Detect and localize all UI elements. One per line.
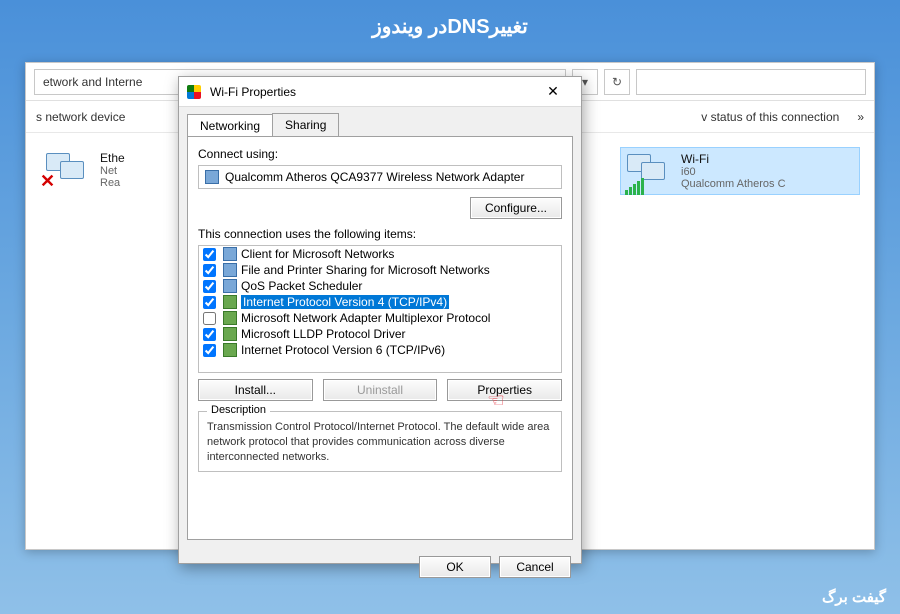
protocol-checkbox[interactable] (203, 248, 216, 261)
protocol-checkbox[interactable] (203, 328, 216, 341)
adapter-wifi[interactable]: Wi-Fi i60 Qualcomm Atheros C (620, 147, 860, 195)
adapter-sub2: Rea (100, 177, 125, 189)
toolbar-more[interactable]: » (857, 110, 864, 124)
tab-panel-networking: Connect using: Qualcomm Atheros QCA9377 … (187, 136, 573, 540)
protocol-list[interactable]: Client for Microsoft Networks File and Pr… (198, 245, 562, 373)
connect-using-label: Connect using: (198, 147, 562, 161)
description-legend: Description (207, 404, 270, 416)
uninstall-button: Uninstall (323, 379, 438, 401)
protocol-label: Microsoft Network Adapter Multiplexor Pr… (241, 311, 490, 325)
protocol-label: Client for Microsoft Networks (241, 247, 394, 261)
adapter-field: Qualcomm Atheros QCA9377 Wireless Networ… (198, 165, 562, 189)
protocol-checkbox[interactable] (203, 280, 216, 293)
configure-button[interactable]: Configure... (470, 197, 562, 219)
protocol-checkbox[interactable] (203, 264, 216, 277)
protocol-icon (223, 343, 237, 357)
adapter-name: Wi-Fi (681, 152, 786, 166)
install-button[interactable]: Install... (198, 379, 313, 401)
tab-networking[interactable]: Networking (187, 114, 273, 137)
protocol-label: Internet Protocol Version 6 (TCP/IPv6) (241, 343, 445, 357)
protocol-item[interactable]: File and Printer Sharing for Microsoft N… (199, 262, 562, 278)
protocol-icon (223, 295, 237, 309)
dialog-title: Wi-Fi Properties (210, 85, 296, 99)
footer-brand: گیفت برگ (822, 588, 886, 606)
toolbar-status: v status of this connection (701, 110, 839, 124)
protocol-label: Microsoft LLDP Protocol Driver (241, 327, 406, 341)
adapter-name: Ethe (100, 151, 125, 165)
protocol-checkbox[interactable] (203, 344, 216, 357)
wifi-icon (625, 152, 671, 190)
nic-icon (205, 170, 219, 184)
protocol-icon (223, 311, 237, 325)
close-button[interactable]: ✕ (533, 83, 573, 100)
protocol-checkbox[interactable] (203, 296, 216, 309)
toolbar-label-left: s network device (36, 110, 125, 124)
adapter-sub1: i60 (681, 166, 786, 178)
protocol-icon (223, 263, 237, 277)
ok-button[interactable]: OK (419, 556, 491, 578)
shield-icon (187, 85, 201, 99)
protocol-item[interactable]: Internet Protocol Version 6 (TCP/IPv6) (199, 342, 562, 358)
protocol-item[interactable]: QoS Packet Scheduler (199, 278, 562, 294)
protocol-label: QoS Packet Scheduler (241, 279, 362, 293)
description-group: Description Transmission Control Protoco… (198, 411, 562, 472)
items-label: This connection uses the following items… (198, 227, 562, 241)
tabs: Networking Sharing (187, 113, 573, 136)
tab-sharing[interactable]: Sharing (272, 113, 339, 136)
protocol-item[interactable]: Microsoft Network Adapter Multiplexor Pr… (199, 310, 562, 326)
protocol-label: File and Printer Sharing for Microsoft N… (241, 263, 490, 277)
refresh-button[interactable]: ↻ (604, 69, 630, 95)
protocol-icon (223, 247, 237, 261)
search-input[interactable] (636, 69, 866, 95)
cancel-button[interactable]: Cancel (499, 556, 571, 578)
adapter-sub2: Qualcomm Atheros C (681, 178, 786, 190)
properties-button[interactable]: Properties (447, 379, 562, 401)
protocol-icon (223, 327, 237, 341)
protocol-icon (223, 279, 237, 293)
adapter-text: Qualcomm Atheros QCA9377 Wireless Networ… (225, 170, 524, 184)
wifi-properties-dialog: Wi-Fi Properties ✕ Networking Sharing Co… (178, 76, 582, 564)
signal-bars-icon (625, 178, 644, 195)
protocol-checkbox[interactable] (203, 312, 216, 325)
protocol-item[interactable]: Internet Protocol Version 4 (TCP/IPv4) (199, 294, 562, 310)
protocol-item[interactable]: Microsoft LLDP Protocol Driver (199, 326, 562, 342)
protocol-label: Internet Protocol Version 4 (TCP/IPv4) (241, 295, 449, 309)
description-text: Transmission Control Protocol/Internet P… (207, 420, 553, 465)
ethernet-icon: ✕ (44, 151, 90, 189)
adapter-sub1: Net (100, 165, 125, 177)
protocol-item[interactable]: Client for Microsoft Networks (199, 246, 562, 262)
disconnected-icon: ✕ (40, 171, 55, 192)
page-title: تغییرDNSدر ویندوز (0, 0, 900, 49)
